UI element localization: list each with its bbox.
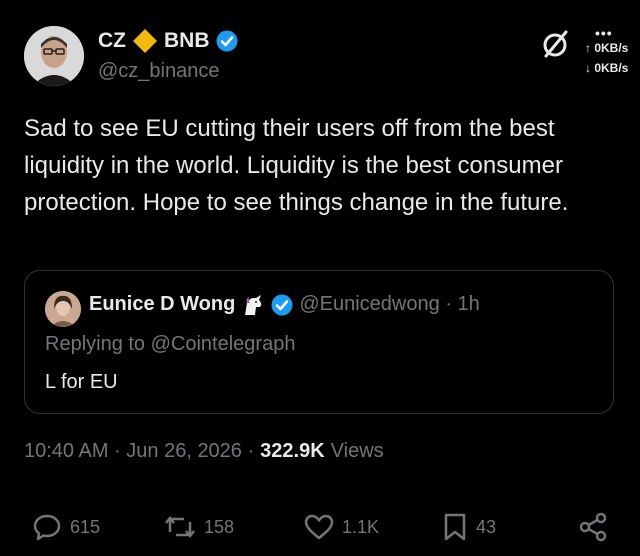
quoted-avatar[interactable] bbox=[45, 291, 81, 327]
grok-icon[interactable] bbox=[538, 26, 574, 62]
share-button[interactable] bbox=[578, 512, 608, 542]
repost-icon bbox=[164, 512, 196, 542]
network-speed-indicator: ••• ↑ 0KB/s ↓ 0KB/s bbox=[585, 25, 629, 78]
quoted-handle-time[interactable]: @Eunicedwong · 1h bbox=[299, 293, 479, 316]
verified-badge-icon bbox=[216, 30, 238, 52]
views-label: Views bbox=[330, 440, 384, 462]
upload-speed: ↑ 0KB/s bbox=[585, 41, 629, 55]
author-name-row[interactable]: CZ BNB bbox=[98, 28, 238, 54]
download-speed: ↓ 0KB/s bbox=[585, 61, 629, 75]
like-button[interactable]: 1.1K bbox=[304, 512, 379, 542]
reply-count: 615 bbox=[70, 516, 101, 537]
share-icon bbox=[578, 512, 608, 542]
reply-icon bbox=[32, 512, 62, 542]
more-dots-icon: ••• bbox=[595, 25, 613, 41]
quoted-verified-badge-icon bbox=[271, 294, 293, 316]
author-avatar[interactable] bbox=[24, 26, 84, 86]
quoted-replying-to[interactable]: Replying to @Cointelegraph bbox=[45, 333, 295, 356]
author-display-name[interactable]: CZ bbox=[98, 29, 126, 53]
bookmark-icon bbox=[442, 512, 468, 542]
unicorn-emoji-icon bbox=[241, 294, 265, 316]
tweet-text: Sad to see EU cutting their users off fr… bbox=[24, 115, 569, 216]
views-count: 322.9K bbox=[260, 440, 325, 462]
quoted-text: L for EU bbox=[45, 371, 118, 393]
repost-count: 158 bbox=[204, 516, 235, 537]
like-count: 1.1K bbox=[342, 516, 380, 537]
quoted-author-name[interactable]: Eunice D Wong bbox=[89, 293, 235, 316]
reply-button[interactable]: 615 bbox=[32, 512, 100, 542]
quoted-header: Eunice D Wong @Eunicedwong · 1h bbox=[89, 293, 480, 316]
binance-diamond-icon bbox=[132, 28, 158, 54]
author-affiliation[interactable]: BNB bbox=[164, 29, 210, 53]
tweet-meta: 10:40 AM · Jun 26, 2026 · 322.9K Views bbox=[24, 440, 384, 463]
quoted-tweet[interactable]: Eunice D Wong @Eunicedwong · 1h Replying… bbox=[24, 270, 614, 414]
bookmark-count: 43 bbox=[476, 516, 497, 537]
bookmark-button[interactable]: 43 bbox=[442, 512, 496, 542]
tweet-timestamp[interactable]: 10:40 AM · Jun 26, 2026 · bbox=[24, 440, 254, 463]
action-bar: 615 158 1.1K 43 bbox=[0, 500, 640, 556]
heart-icon bbox=[304, 512, 334, 542]
repost-button[interactable]: 158 bbox=[164, 512, 234, 542]
author-handle[interactable]: @cz_binance bbox=[98, 60, 219, 83]
